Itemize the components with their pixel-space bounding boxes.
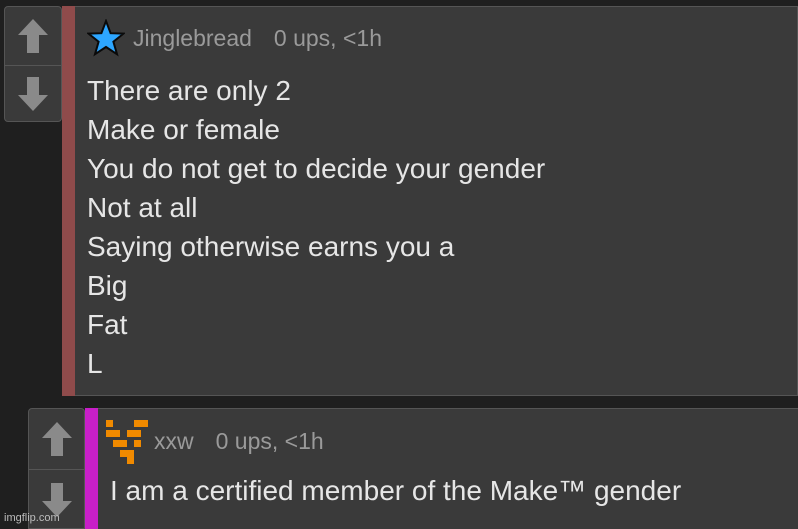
thread-line bbox=[85, 408, 98, 529]
watermark: imgflip.com bbox=[4, 512, 60, 524]
pixel-avatar-icon[interactable] bbox=[104, 418, 150, 464]
comment-text: I am a certified member of the Make™ gen… bbox=[110, 475, 682, 506]
thread-line bbox=[62, 6, 75, 396]
comment-body: Jinglebread 0 ups, <1h There are only 2 … bbox=[75, 6, 798, 396]
vote-panel bbox=[28, 408, 85, 529]
blue-star-icon bbox=[87, 19, 125, 57]
username-link[interactable]: xxw bbox=[154, 428, 194, 455]
arrow-up-icon bbox=[18, 19, 48, 53]
upvote-button[interactable] bbox=[5, 7, 61, 65]
comment-meta: 0 ups, <1h bbox=[215, 427, 324, 454]
username-link[interactable]: Jinglebread bbox=[133, 25, 252, 52]
vote-panel bbox=[4, 6, 62, 122]
upvote-button[interactable] bbox=[29, 409, 84, 469]
comment-thread: Jinglebread 0 ups, <1h There are only 2 … bbox=[0, 0, 798, 529]
comment-line: There are only 2 bbox=[87, 75, 291, 106]
comment-header: xxw 0 ups, <1h bbox=[104, 417, 324, 465]
comment-text: There are only 2 Make or female You do n… bbox=[87, 71, 545, 383]
arrow-down-icon bbox=[18, 77, 48, 111]
comment-line: Fat bbox=[87, 309, 128, 340]
comment-line: Not at all bbox=[87, 192, 198, 223]
comment-meta: 0 ups, <1h bbox=[273, 24, 382, 51]
comment-line: Big bbox=[87, 270, 128, 301]
comment-line: You do not get to decide your gender bbox=[87, 153, 546, 184]
comment-header: Jinglebread 0 ups, <1h bbox=[87, 19, 382, 57]
comment-line: L bbox=[87, 348, 103, 379]
arrow-up-icon bbox=[41, 422, 72, 456]
downvote-button[interactable] bbox=[5, 65, 61, 122]
comment-line: Make or female bbox=[87, 114, 280, 145]
comment-line: Saying otherwise earns you a bbox=[87, 231, 455, 262]
comment-body: xxw 0 ups, <1h I am a certified member o… bbox=[98, 408, 798, 529]
